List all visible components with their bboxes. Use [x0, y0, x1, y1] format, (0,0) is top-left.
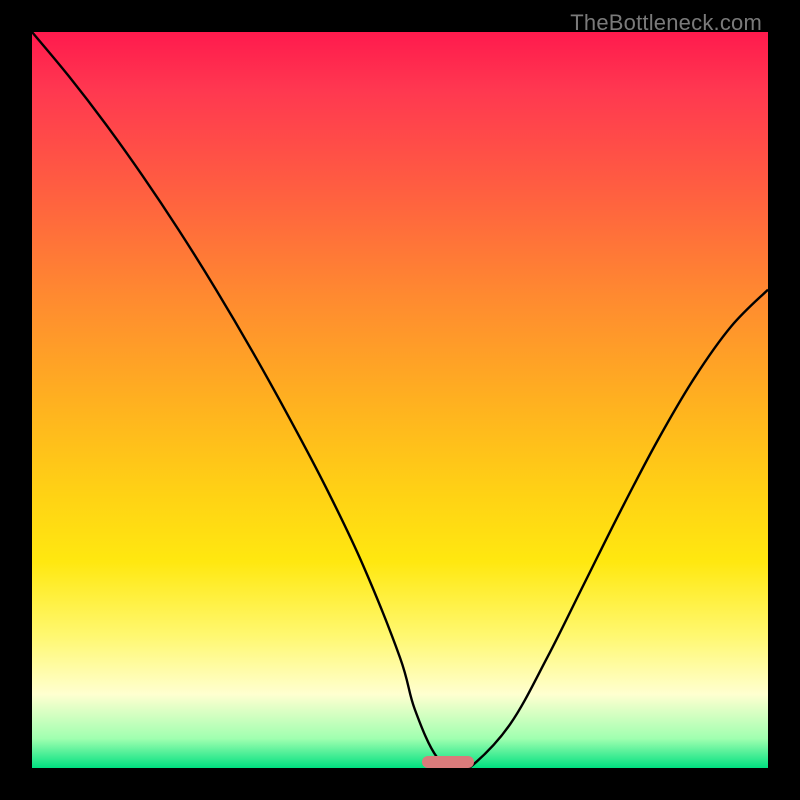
minimum-marker [422, 756, 474, 768]
chart-container: TheBottleneck.com [0, 0, 800, 800]
curve-layer [32, 32, 768, 768]
bottleneck-curve [32, 32, 768, 770]
watermark-text: TheBottleneck.com [570, 10, 762, 36]
